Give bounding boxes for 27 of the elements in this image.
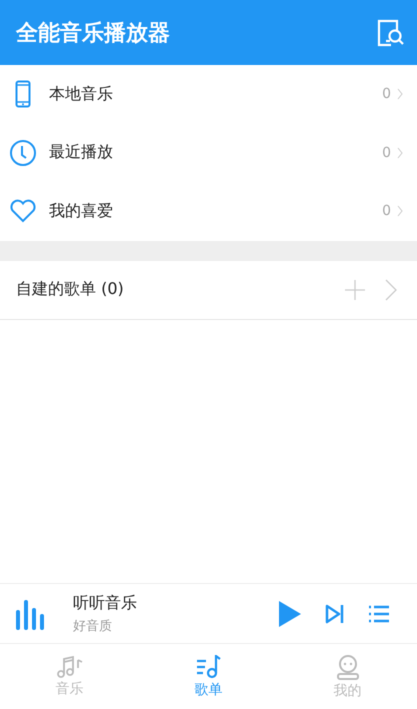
robot-avatar-icon — [336, 654, 360, 680]
play-icon[interactable] — [279, 600, 301, 626]
library-label: 我的喜爱 — [49, 200, 114, 222]
playlist-icon[interactable] — [369, 604, 389, 622]
chevron-icon[interactable] — [385, 278, 397, 300]
library-label: 本地音乐 — [49, 84, 114, 105]
item-count: 0 — [382, 86, 391, 102]
clock-icon — [9, 138, 37, 167]
library-item[interactable]: 我的喜爱 0 — [0, 182, 417, 240]
chevron-icon — [397, 88, 403, 100]
playlists-title: 自建的歌单 (0) — [16, 279, 125, 300]
song-subtitle: 好音质 — [73, 618, 113, 634]
chevron-icon — [397, 205, 403, 218]
song-title: 听听音乐 — [73, 592, 138, 614]
library-item[interactable]: 本地音乐 0 — [0, 65, 417, 124]
chevron-icon — [397, 146, 403, 159]
equalizer-icon — [15, 598, 45, 630]
item-count: 0 — [382, 144, 391, 161]
music-notes-icon — [56, 656, 82, 678]
library-label: 最近播放 — [49, 142, 114, 164]
item-count: 0 — [382, 203, 391, 220]
library-item[interactable]: 最近播放 0 — [0, 124, 417, 182]
next-icon[interactable] — [325, 604, 345, 624]
app-title: 全能音乐播放器 — [16, 20, 170, 48]
add-icon[interactable] — [345, 280, 365, 300]
search-icon[interactable] — [375, 18, 405, 48]
playlist-note-icon — [196, 654, 222, 678]
